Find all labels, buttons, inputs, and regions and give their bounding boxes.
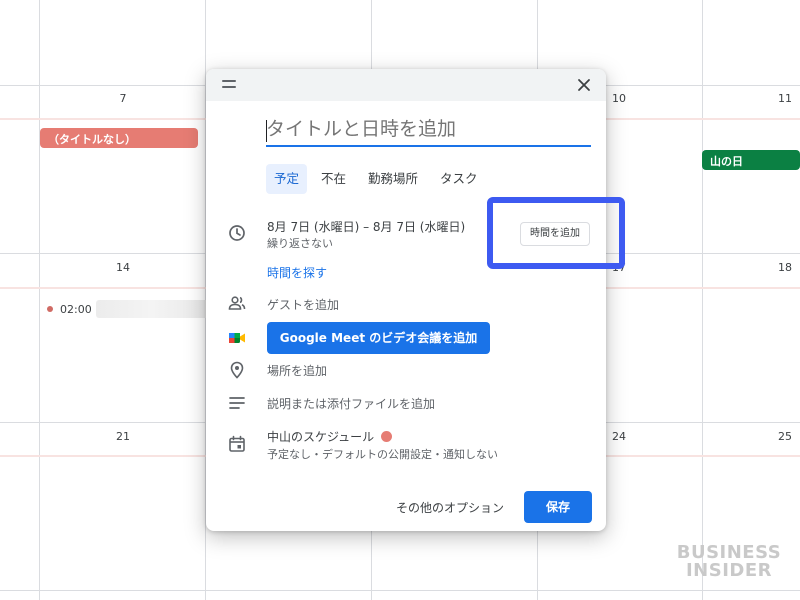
calendar-selector[interactable]: 中山のスケジュール xyxy=(267,428,393,445)
day-number[interactable]: 18 xyxy=(775,261,795,274)
calendar-color-dot[interactable] xyxy=(381,431,393,442)
grid-line xyxy=(39,0,40,600)
close-icon[interactable] xyxy=(574,75,594,95)
day-number[interactable]: 7 xyxy=(113,92,133,105)
blurred-event-title xyxy=(95,300,208,318)
tab-task[interactable]: タスク xyxy=(432,164,486,194)
business-insider-logo: BUSINESS INSIDER xyxy=(674,544,784,580)
grid-line xyxy=(0,590,800,591)
day-number[interactable]: 11 xyxy=(775,92,795,105)
grid-line xyxy=(702,0,703,600)
tab-working-location[interactable]: 勤務場所 xyxy=(360,164,426,194)
text-cursor xyxy=(266,120,267,142)
location-pin-icon xyxy=(230,361,244,379)
guests-icon xyxy=(228,296,246,310)
title-input[interactable] xyxy=(266,117,591,147)
add-location-field[interactable]: 場所を追加 xyxy=(267,362,327,379)
tab-out-of-office[interactable]: 不在 xyxy=(313,164,354,194)
calendar-name: 中山のスケジュール xyxy=(267,430,375,444)
add-google-meet-button[interactable]: Google Meet のビデオ会議を追加 xyxy=(267,322,490,354)
description-icon xyxy=(229,397,245,409)
event-chip-holiday[interactable]: 山の日 xyxy=(702,150,800,170)
google-meet-icon xyxy=(229,333,245,343)
highlight-annotation-box xyxy=(487,197,625,269)
tab-event[interactable]: 予定 xyxy=(266,164,308,194)
save-button[interactable]: 保存 xyxy=(524,491,592,523)
event-timed[interactable]: 02:00 xyxy=(47,300,208,318)
date-range[interactable]: 8月 7日 (水曜日) – 8月 7日 (水曜日) xyxy=(267,218,465,235)
dialog-header[interactable] xyxy=(206,69,606,101)
day-number[interactable]: 24 xyxy=(609,430,629,443)
day-number[interactable]: 25 xyxy=(775,430,795,443)
event-create-dialog: 予定 不在 勤務場所 タスク 8月 7日 (水曜日) – 8月 7日 (水曜日)… xyxy=(206,69,606,531)
find-time-link[interactable]: 時間を探す xyxy=(267,264,327,281)
drag-handle-icon[interactable] xyxy=(222,80,236,88)
day-number[interactable]: 21 xyxy=(113,430,133,443)
day-number[interactable]: 14 xyxy=(113,261,133,274)
clock-icon xyxy=(229,225,245,241)
add-description-field[interactable]: 説明または添付ファイルを追加 xyxy=(267,395,435,412)
event-chip-untitled[interactable]: （タイトルなし） xyxy=(40,128,198,148)
recurrence-selector[interactable]: 繰り返さない xyxy=(267,235,333,251)
event-type-tabs: 予定 不在 勤務場所 タスク xyxy=(266,164,492,194)
calendar-details[interactable]: 予定なし・デフォルトの公開設定・通知しない xyxy=(267,446,498,462)
day-number[interactable]: 10 xyxy=(609,92,629,105)
add-guests-field[interactable]: ゲストを追加 xyxy=(267,296,339,313)
more-options-button[interactable]: その他のオプション xyxy=(396,499,504,516)
calendar-icon xyxy=(229,435,245,452)
event-dot xyxy=(47,306,53,312)
logo-line-2: INSIDER xyxy=(685,560,773,581)
event-time: 02:00 xyxy=(60,302,92,316)
